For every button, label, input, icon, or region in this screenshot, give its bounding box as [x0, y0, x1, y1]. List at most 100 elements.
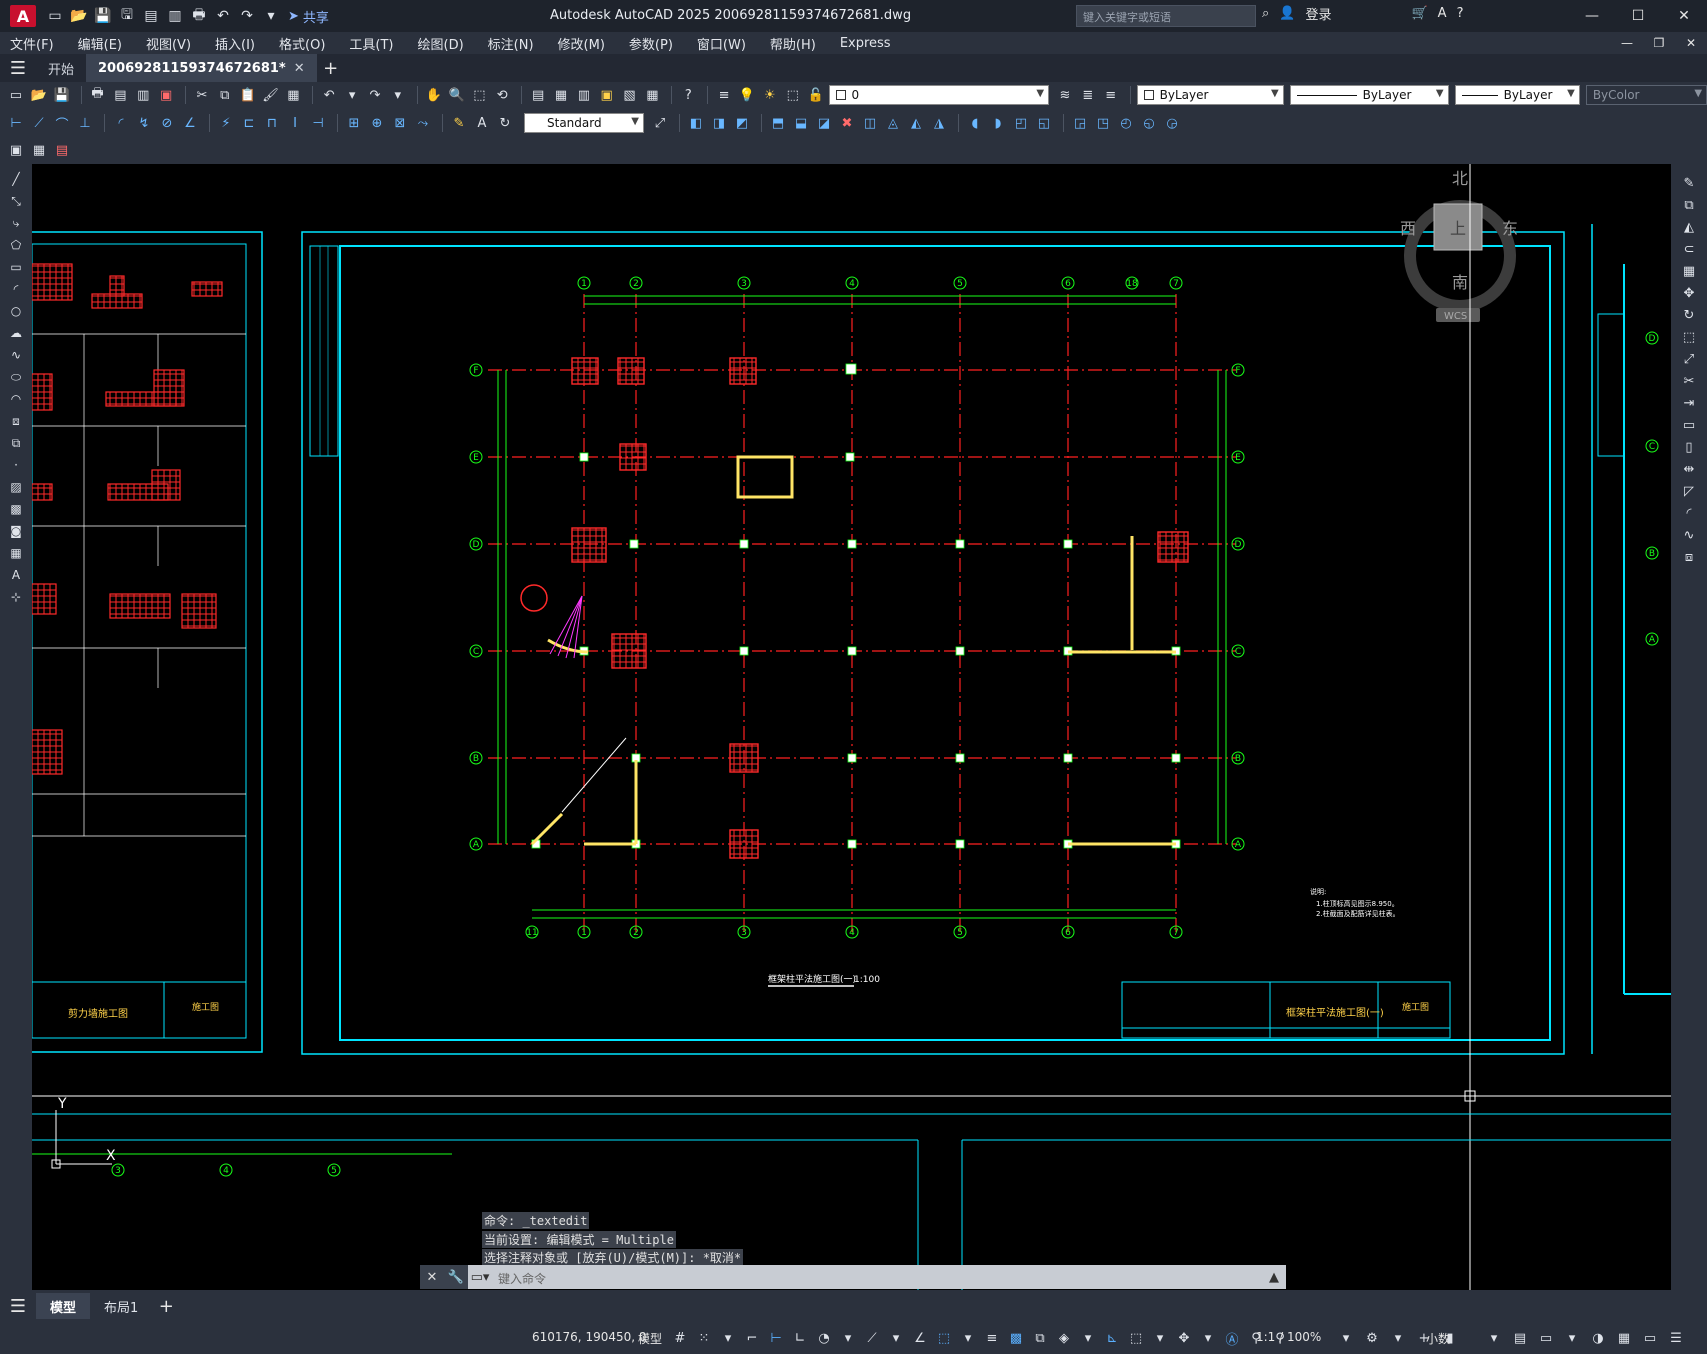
polyline-icon[interactable]: ⤷ [5, 214, 27, 232]
jogged-linear-icon[interactable]: ⤳ [413, 113, 433, 133]
menu-tools[interactable]: 工具(T) [349, 34, 393, 53]
plot-icon[interactable]: 🖶 [188, 5, 210, 27]
gradient-icon[interactable]: ▩ [5, 500, 27, 518]
add-layout-icon[interactable]: + [152, 1292, 180, 1320]
ellipse-arc-icon[interactable]: ◠ [5, 390, 27, 408]
transparency-icon[interactable]: ▩ [1006, 1327, 1026, 1349]
layer-lock-icon[interactable]: 🔓 [806, 85, 826, 105]
undo-dropdown-icon[interactable]: ▾ [342, 85, 362, 105]
lineweight-select[interactable]: ByLayer ▼ [1454, 85, 1580, 105]
snap-icon[interactable]: ⁙ [694, 1327, 714, 1349]
dynamic-input-icon[interactable]: ⊢ [766, 1327, 786, 1349]
model-space-toggle[interactable]: 模型 [638, 1330, 662, 1347]
imprint-icon[interactable]: ◰ [1011, 113, 1031, 133]
menu-modify[interactable]: 修改(M) [558, 34, 605, 53]
line-icon[interactable]: ╱ [5, 170, 27, 188]
infer-constraints-icon[interactable]: ⌐ [742, 1327, 762, 1349]
chevron-down-icon[interactable]: ▾ [1078, 1327, 1098, 1349]
menu-window[interactable]: 窗口(W) [697, 34, 746, 53]
chevron-down-icon[interactable]: ▾ [1150, 1327, 1170, 1349]
tolerance-icon[interactable]: ⊞ [344, 113, 364, 133]
slice-icon[interactable]: ◭ [906, 113, 926, 133]
grid-icon[interactable]: # [670, 1327, 690, 1349]
chevron-down-icon[interactable]: ▾ [1336, 1327, 1356, 1349]
isodraft-icon[interactable]: ⟋ [862, 1327, 882, 1349]
doc-restore-icon[interactable]: ❐ [1643, 32, 1675, 54]
dim-aligned-icon[interactable]: ⟋ [29, 113, 49, 133]
web-save-icon[interactable]: ▥ [164, 5, 186, 27]
selection-filter-icon[interactable]: ⬚ [1126, 1327, 1146, 1349]
redo-icon[interactable]: ↷ [365, 85, 385, 105]
customize-qat-icon[interactable]: ▾ [260, 5, 282, 27]
dim-style-select[interactable]: Standard ▼ [524, 113, 644, 133]
mtext-icon[interactable]: A [5, 566, 27, 584]
menu-format[interactable]: 格式(O) [279, 34, 325, 53]
menu-icon[interactable]: ☰ [0, 54, 36, 82]
autocad-logo[interactable]: A [10, 5, 36, 27]
add-selected-icon[interactable]: ⊹ [5, 588, 27, 606]
trim-icon[interactable]: ✂ [1678, 372, 1700, 390]
qnew-icon[interactable]: ▭ [6, 85, 26, 105]
redo-dropdown-icon[interactable]: ▾ [388, 85, 408, 105]
autodesk-app-icon[interactable]: A [1438, 6, 1447, 21]
minimize-icon[interactable]: — [1569, 0, 1615, 32]
new-icon[interactable]: ▭ [44, 5, 66, 27]
block-editor-icon[interactable]: ▦ [283, 85, 303, 105]
array-icon[interactable]: ▦ [1678, 262, 1700, 280]
clean-screen-icon[interactable]: ▭ [1640, 1327, 1660, 1349]
revcloud-icon[interactable]: ☁ [5, 324, 27, 342]
union-icon[interactable]: ✖ [837, 113, 857, 133]
plotstyle-select[interactable]: ByColor ▼ [1585, 85, 1707, 105]
new-tab-icon[interactable]: + [317, 54, 345, 82]
doc-close-icon[interactable]: ✕ [1675, 32, 1707, 54]
shell-icon[interactable]: ◶ [1162, 113, 1182, 133]
save-icon[interactable]: 💾 [92, 5, 114, 27]
offset-icon[interactable]: ⊂ [1678, 240, 1700, 258]
blend-icon[interactable]: ∿ [1678, 526, 1700, 544]
tab-document[interactable]: 20069281159374672681* ✕ [86, 54, 317, 82]
dim-text-edit-icon[interactable]: A [472, 113, 492, 133]
menu-help[interactable]: 帮助(H) [770, 34, 816, 53]
wedge-icon[interactable]: ◩ [732, 113, 752, 133]
tab-start[interactable]: 开始 [36, 54, 86, 82]
drawing-area[interactable]: ╱ ⤡ ⤷ ⬠ ▭ ◜ ○ ☁ ∿ ⬭ ◠ ⧈ ⧉ · ▨ ▩ ◙ ▦ A ⊹ [0, 164, 1707, 1290]
dim-update-icon[interactable]: ↻ [495, 113, 515, 133]
fillet-icon[interactable]: ◜ [1678, 504, 1700, 522]
make-block-icon[interactable]: ⧉ [5, 434, 27, 452]
dim-space-icon[interactable]: I [285, 113, 305, 133]
menu-draw[interactable]: 绘图(D) [418, 34, 464, 53]
search-icon[interactable]: ⌕ [1262, 6, 1269, 21]
region-icon[interactable]: ◙ [5, 522, 27, 540]
undo-icon[interactable]: ↶ [319, 85, 339, 105]
close-icon[interactable]: ✕ [420, 1265, 444, 1289]
workspace-gear-icon[interactable]: ⚙ [1362, 1327, 1382, 1349]
polygon-icon[interactable]: ⬠ [5, 236, 27, 254]
dim-jogged-icon[interactable]: ↯ [134, 113, 154, 133]
menu-view[interactable]: 视图(V) [146, 34, 191, 53]
tool-palettes-icon[interactable]: ▥ [574, 85, 594, 105]
paste-icon[interactable]: 📋 [238, 85, 258, 105]
extrude-icon[interactable]: ⬒ [768, 113, 788, 133]
dim-break-icon[interactable]: ⊣ [308, 113, 328, 133]
subtract-icon[interactable]: ◫ [860, 113, 880, 133]
layer-properties-icon[interactable]: ≡ [714, 85, 734, 105]
design-center-icon[interactable]: ▦ [551, 85, 571, 105]
customize-icon[interactable]: 🔧 [444, 1265, 468, 1289]
layout-menu-icon[interactable]: ☰ [0, 1292, 36, 1320]
close-tab-icon[interactable]: ✕ [294, 61, 305, 76]
copy-object-icon[interactable]: ⧉ [1678, 196, 1700, 214]
menu-edit[interactable]: 编辑(E) [78, 34, 122, 53]
doc-minimize-icon[interactable]: — [1611, 32, 1643, 54]
menu-dimension[interactable]: 标注(N) [488, 34, 534, 53]
annotation-visibility-icon[interactable]: Ⓐ [1222, 1327, 1242, 1349]
zoom-previous-icon[interactable]: ⟲ [492, 85, 512, 105]
scale-icon[interactable]: ⬚ [1678, 328, 1700, 346]
plot-preview-icon[interactable]: ▤ [110, 85, 130, 105]
object-snap-tracking-icon[interactable]: ∠ [910, 1327, 930, 1349]
mirror-icon[interactable]: ◭ [1678, 218, 1700, 236]
point-icon[interactable]: · [5, 456, 27, 474]
dim-linear-icon[interactable]: ⊢ [6, 113, 26, 133]
quick-dim-icon[interactable]: ⚡ [216, 113, 236, 133]
plot-icon[interactable]: 🖶 [88, 85, 108, 105]
intersect-icon[interactable]: ◬ [883, 113, 903, 133]
